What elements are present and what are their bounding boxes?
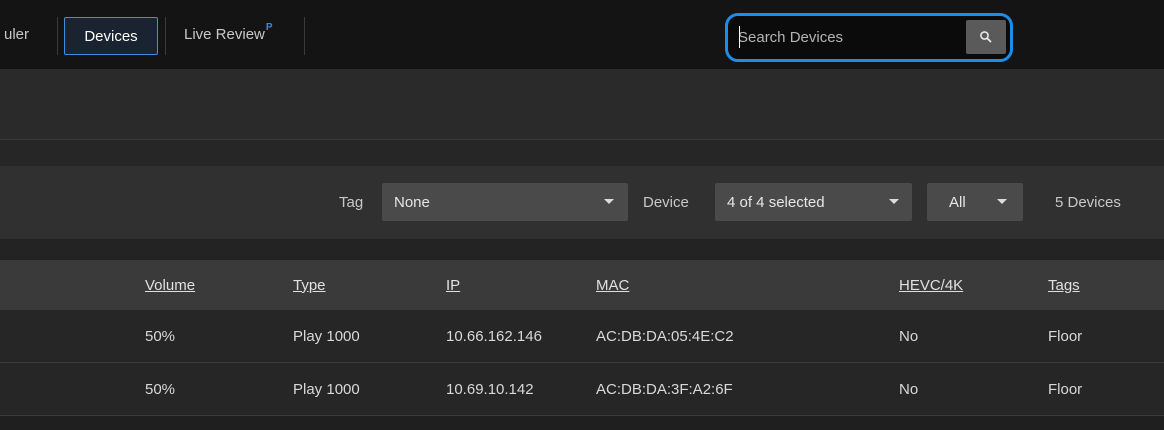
spacer-band	[0, 140, 1164, 166]
text-caret	[739, 26, 740, 48]
cell-hevc: No	[899, 381, 919, 398]
cell-mac: AC:DB:DA:05:4E:C2	[596, 328, 734, 345]
device-dropdown[interactable]: 4 of 4 selected	[715, 183, 912, 221]
column-header-hevc[interactable]: HEVC/4K	[899, 260, 963, 310]
live-review-badge: P	[265, 22, 273, 33]
top-nav-bar: uler Devices Live Review P	[0, 0, 1164, 69]
tab-live-review[interactable]: Live Review P	[184, 0, 273, 69]
cell-mac: AC:DB:DA:3F:A2:6F	[596, 381, 733, 398]
search-input[interactable]	[738, 22, 960, 53]
chevron-down-icon	[997, 199, 1007, 204]
filter-bar: Tag None Device 4 of 4 selected All 5 De…	[0, 166, 1164, 239]
cell-volume: 50%	[145, 381, 176, 398]
table-row[interactable]: 50% Play 1000 10.66.162.146 AC:DB:DA:05:…	[0, 310, 1164, 363]
tab-scheduler[interactable]: uler	[4, 0, 29, 69]
tag-filter-label: Tag	[339, 194, 364, 211]
nav-divider	[57, 17, 58, 55]
tab-live-review-label: Live Review	[184, 26, 265, 43]
column-header-tags[interactable]: Tags	[1048, 260, 1080, 310]
tag-dropdown-value: None	[394, 193, 430, 211]
chevron-down-icon	[889, 199, 899, 204]
status-dropdown[interactable]: All	[927, 183, 1023, 221]
column-header-mac[interactable]: MAC	[596, 260, 629, 310]
cell-type: Play 1000	[293, 381, 360, 398]
tab-devices[interactable]: Devices	[64, 17, 158, 55]
device-count: 5 Devices	[1055, 194, 1121, 211]
cell-ip: 10.69.10.142	[446, 381, 534, 398]
table-row[interactable]: 50% Play 1000 10.69.10.142 AC:DB:DA:3F:A…	[0, 363, 1164, 416]
cell-tags: Floor	[1048, 381, 1083, 398]
tag-dropdown[interactable]: None	[382, 183, 628, 221]
cell-ip: 10.66.162.146	[446, 328, 542, 345]
status-dropdown-value: All	[949, 193, 966, 211]
cell-type: Play 1000	[293, 328, 360, 345]
column-header-type[interactable]: Type	[293, 260, 326, 310]
spacer-band	[0, 239, 1164, 260]
search-button[interactable]	[966, 20, 1006, 54]
tab-scheduler-label: uler	[4, 26, 30, 43]
nav-divider	[165, 17, 166, 55]
search-icon	[980, 31, 992, 43]
device-dropdown-value: 4 of 4 selected	[727, 193, 825, 211]
table-header: Volume Type IP MAC HEVC/4K Tags	[0, 260, 1164, 310]
cell-volume: 50%	[145, 328, 176, 345]
column-header-ip[interactable]: IP	[446, 260, 460, 310]
column-header-volume[interactable]: Volume	[145, 260, 195, 310]
cell-hevc: No	[899, 328, 919, 345]
nav-divider	[304, 17, 305, 55]
chevron-down-icon	[604, 199, 614, 204]
toolbar-area	[0, 69, 1164, 139]
tab-devices-label: Devices	[84, 27, 138, 45]
search-box	[725, 13, 1013, 62]
cell-tags: Floor	[1048, 328, 1083, 345]
device-filter-label: Device	[643, 194, 689, 211]
